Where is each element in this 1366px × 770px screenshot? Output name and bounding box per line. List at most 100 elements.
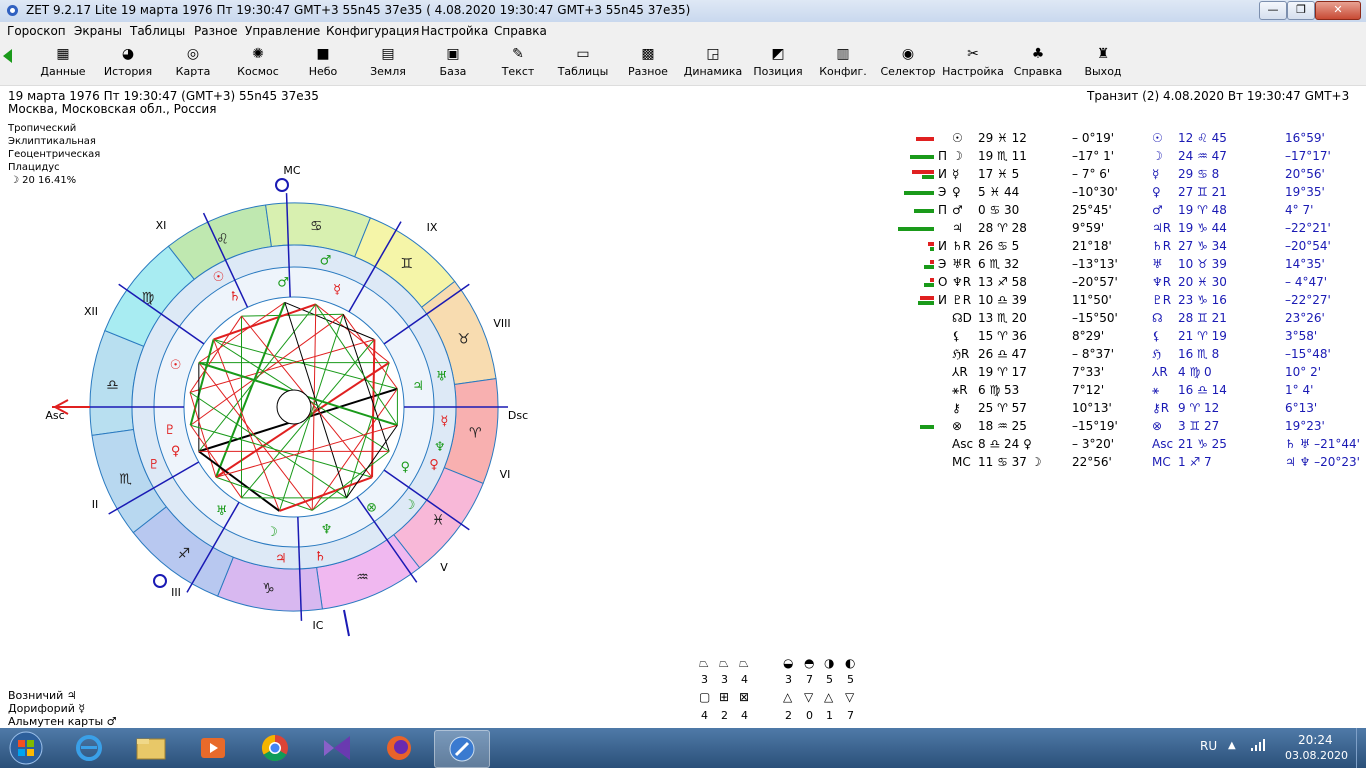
table-row[interactable]: ⚷ 25 ♈ 57 10°13' ⚷R 9 ♈ 12 6°13' <box>900 399 1340 417</box>
cell-lat: 7°12' <box>1072 383 1105 397</box>
ie-taskbar-button[interactable] <box>62 730 116 766</box>
menu-horoscope[interactable]: Гороскоп <box>7 24 66 38</box>
toolbar-button-8[interactable]: ▭ Таблицы <box>550 43 616 83</box>
cell-g: ℌR <box>952 347 970 361</box>
toolbar-button-15[interactable]: ♣ Справка <box>1005 43 1071 83</box>
table-row[interactable]: MC 11 ♋ 37 ☽ 22°56' MC 1 ♐ 7 ♃ ♆ –20°23' <box>900 453 1360 471</box>
natal-wheel[interactable]: ♋ ♊ ♉ ♌ ♈ ♍ ♓ ♎ ♒ ♏ ♑ ♐ XI MC IX XII VIII Asc Dsc II VI III IC… <box>40 165 530 645</box>
natal-date-line: 19 марта 1976 Пт 19:30:47 (GMT+3) 55n45 … <box>8 89 319 103</box>
table-row[interactable]: Э ♅R 6 ♏ 32 –13°13' ♅ 10 ♉ 39 14°35' <box>900 255 1340 273</box>
cell-tpos: 19 ♑ 44 <box>1178 221 1227 235</box>
bar-red <box>912 170 934 174</box>
vs-taskbar-button[interactable] <box>310 730 364 766</box>
toolbar-button-10[interactable]: ◲ Динамика <box>680 43 746 83</box>
table-row[interactable]: О ♆R 13 ♐ 58 –20°57' ♆R 20 ♓ 30 – 4°47' <box>900 273 1340 291</box>
toolbar-button-0[interactable]: ▦ Данные <box>30 43 96 83</box>
element-glyph-icon: ◒ <box>783 656 794 670</box>
clock-time[interactable]: 20:24 <box>1298 733 1333 747</box>
cell-tg: ℌ <box>1152 347 1162 361</box>
menu-configuration[interactable]: Конфигурация <box>326 24 419 38</box>
table-row[interactable]: П ♂ 0 ♋ 30 25°45' ♂ 19 ♈ 48 4° 7' <box>900 201 1340 219</box>
maximize-button[interactable]: ❐ <box>1287 1 1315 20</box>
cell-lat: –17° 1' <box>1072 149 1115 163</box>
network-icon[interactable] <box>1250 738 1266 755</box>
table-row[interactable]: Asc 8 ♎ 24 ♀ – 3°20' Asc 21 ♑ 25 ♄ ♅ –21°44' <box>900 435 1360 453</box>
toolbar-button-14[interactable]: ✂ Настройка <box>940 43 1006 83</box>
table-row[interactable]: ☊D 13 ♏ 20 –15°50' ☊ 28 ♊ 21 23°26' <box>900 309 1340 327</box>
cell-g: ⚸ <box>952 329 961 343</box>
explorer-taskbar-button[interactable] <box>124 730 178 766</box>
table-row[interactable]: ⊗ 18 ♒ 25 –15°19' ⊗ 3 ♊ 27 19°23' <box>900 417 1340 435</box>
menu-control[interactable]: Управление <box>245 24 320 38</box>
menu-settings[interactable]: Настройка <box>421 24 488 38</box>
table-row[interactable]: И ♄R 26 ♋ 5 21°18' ♄R 27 ♑ 34 –20°54' <box>900 237 1340 255</box>
cell-lat: –15°19' <box>1072 419 1118 433</box>
table-row[interactable]: П ☽ 19 ♏ 11 –17° 1' ☽ 24 ♒ 47 –17°17' <box>900 147 1340 165</box>
table-row[interactable]: ⚸ 15 ♈ 36 8°29' ⚸ 21 ♈ 19 3°58' <box>900 327 1340 345</box>
cell-g: ☿ <box>952 167 960 181</box>
toolbar-button-13[interactable]: ◉ Селектор <box>875 43 941 83</box>
menu-help[interactable]: Справка <box>494 24 547 38</box>
menu-misc[interactable]: Разное <box>194 24 238 38</box>
table-row[interactable]: Э ♀ 5 ♓ 44 –10°30' ♀ 27 ♊ 21 19°35' <box>900 183 1340 201</box>
element-count: 4 <box>741 673 748 686</box>
planet-glyph: ♄ <box>229 290 241 305</box>
cell-pos: 5 ♓ 44 <box>978 185 1020 199</box>
firefox-taskbar-button[interactable] <box>372 730 426 766</box>
minimize-button[interactable]: — <box>1259 1 1287 20</box>
menu-screens[interactable]: Экраны <box>74 24 122 38</box>
toolbar-button-7[interactable]: ✎ Текст <box>485 43 551 83</box>
toolbar-button-3[interactable]: ✺ Космос <box>225 43 291 83</box>
table-row[interactable]: И ♇R 10 ♎ 39 11°50' ♇R 23 ♑ 16 –22°27' <box>900 291 1340 309</box>
toolbar-button-12[interactable]: ▥ Конфиг. <box>810 43 876 83</box>
toolbar-button-4[interactable]: ■ Небо <box>290 43 356 83</box>
menu-tables[interactable]: Таблицы <box>130 24 185 38</box>
cell-tlat: 23°26' <box>1285 311 1325 325</box>
toolbar-button-9[interactable]: ▩ Разное <box>615 43 681 83</box>
cell-tg: ♀ <box>1152 185 1161 199</box>
table-row[interactable]: ⚹R 6 ♍ 53 7°12' ⚹ 16 ♎ 14 1° 4' <box>900 381 1340 399</box>
planet-glyph: ♃ <box>412 379 424 394</box>
settings-icon: ✂ <box>967 46 979 62</box>
table-row[interactable]: ⅄R 19 ♈ 17 7°33' ⅄R 4 ♍ 0 10° 2' <box>900 363 1340 381</box>
chrome-taskbar-button[interactable] <box>248 730 302 766</box>
ruler-doryphory: Дорифорий ☿ <box>8 702 85 715</box>
close-button[interactable]: ✕ <box>1315 1 1361 20</box>
element-glyph-icon: ◑ <box>824 656 835 670</box>
bar-green <box>904 191 934 195</box>
toolbar-button-11[interactable]: ◩ Позиция <box>745 43 811 83</box>
media-taskbar-button[interactable] <box>186 730 240 766</box>
cell-pos: 18 ♒ 25 <box>978 419 1027 433</box>
language-indicator[interactable]: RU <box>1200 739 1217 753</box>
back-arrow-icon[interactable] <box>3 49 12 63</box>
toolbar-button-6[interactable]: ▣ База <box>420 43 486 83</box>
cell-tpos: 12 ♌ 45 <box>1178 131 1227 145</box>
cell-tpos: 24 ♒ 47 <box>1178 149 1227 163</box>
title-bar[interactable]: ZET 9.2.17 Lite 19 марта 1976 Пт 19:30:4… <box>0 0 1366 23</box>
element-glyph-icon: ⊞ <box>719 690 730 704</box>
table-row[interactable]: И ☿ 17 ♓ 5 – 7° 6' ☿ 29 ♋ 8 20°56' <box>900 165 1340 183</box>
zodiac-sign-glyph: ♊ <box>400 256 413 272</box>
table-row[interactable]: ℌR 26 ♎ 47 – 8°37' ℌ 16 ♏ 8 –15°48' <box>900 345 1340 363</box>
cell-tlat: ♄ ♅ –21°44' <box>1285 437 1360 451</box>
toolbar-button-2[interactable]: ◎ Карта <box>160 43 226 83</box>
clock-date[interactable]: 03.08.2020 <box>1285 749 1348 762</box>
show-desktop-button[interactable] <box>1356 728 1366 768</box>
start-button[interactable] <box>6 729 46 767</box>
toolbar-button-5[interactable]: ▤ Земля <box>355 43 421 83</box>
toolbar-button-1[interactable]: ◕ История <box>95 43 161 83</box>
element-glyph-icon: ⏢ <box>739 656 749 670</box>
table-row[interactable]: ☉ 29 ♓ 12 – 0°19' ☉ 12 ♌ 45 16°59' <box>900 129 1340 147</box>
zet-taskbar-button[interactable] <box>434 730 490 768</box>
house-label: II <box>92 498 99 511</box>
element-glyph-icon: ⏢ <box>719 656 729 670</box>
table-row[interactable]: ♃ 28 ♈ 28 9°59' ♃R 19 ♑ 44 –22°21' <box>898 219 1340 237</box>
tables-icon: ▭ <box>576 46 590 62</box>
cell-g: ♆R <box>952 275 972 289</box>
cell-tpos: 19 ♈ 48 <box>1178 203 1227 217</box>
tray-expand-icon[interactable]: ▲ <box>1228 740 1236 751</box>
toolbar-button-label: История <box>103 65 153 78</box>
cell-tpos: 20 ♓ 30 <box>1178 275 1227 289</box>
toolbar-button-16[interactable]: ♜ Выход <box>1070 43 1136 83</box>
cell-pos: 28 ♈ 28 <box>978 221 1027 235</box>
